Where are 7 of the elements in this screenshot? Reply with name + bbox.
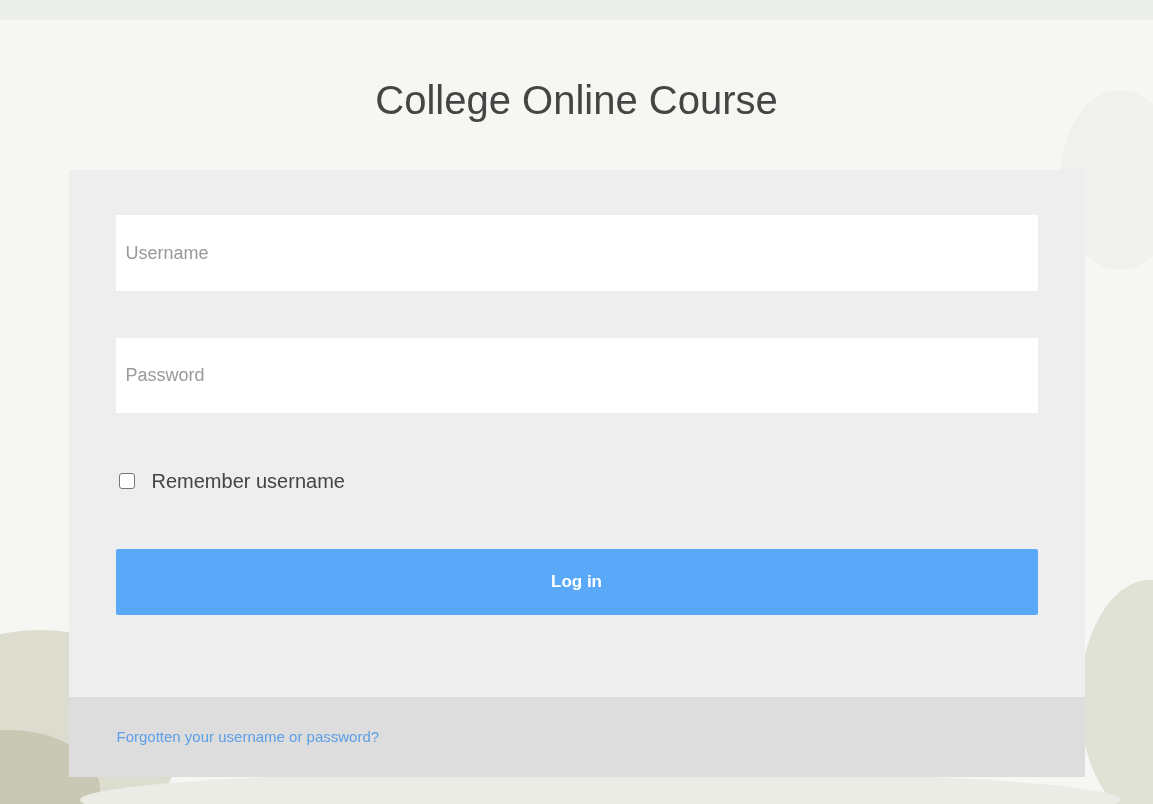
username-field[interactable]: Username (115, 215, 1038, 291)
page-title: College Online Course (375, 77, 778, 124)
forgot-password-link[interactable]: Forgotten your username or password? (116, 725, 380, 749)
login-button[interactable]: Log in (115, 549, 1038, 615)
remember-label: Remember username (151, 469, 345, 494)
remember-checkbox[interactable] (118, 473, 135, 489)
password-field[interactable]: Password (115, 338, 1038, 413)
